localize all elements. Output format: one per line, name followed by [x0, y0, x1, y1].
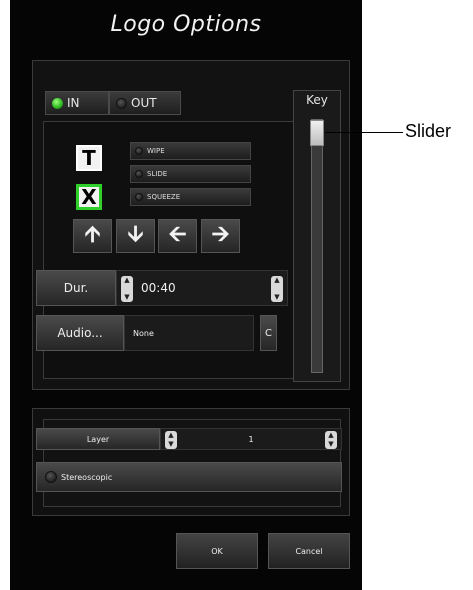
stereoscopic-label: Stereoscopic: [61, 472, 113, 482]
tab-out[interactable]: OUT: [109, 91, 181, 115]
up-arrow-icon: 🡩: [84, 222, 101, 247]
text-type-button[interactable]: T: [76, 145, 102, 171]
slide-button[interactable]: SLIDE: [130, 165, 251, 183]
wipe-button[interactable]: WIPE: [130, 142, 251, 160]
layer-label: Layer: [86, 434, 110, 444]
duration-label: Dur.: [63, 281, 89, 295]
up-arrow-button[interactable]: 🡩: [73, 219, 112, 253]
right-arrow-icon: 🡪: [211, 222, 230, 247]
layer-spinner-right[interactable]: ▲ ▼: [325, 431, 337, 449]
close-type-button[interactable]: X: [76, 184, 102, 210]
tab-in[interactable]: IN: [45, 91, 109, 115]
wipe-label: WIPE: [147, 147, 165, 155]
squeeze-label: SQUEEZE: [147, 193, 181, 201]
ok-label: OK: [211, 546, 223, 556]
key-slider-group: Key: [293, 90, 341, 382]
duration-field[interactable]: ▲ ▼ 00:40 ▲ ▼: [116, 270, 288, 306]
layer-field[interactable]: ▲ ▼ 1 ▲ ▼: [160, 428, 342, 450]
layer-button[interactable]: Layer: [36, 428, 160, 450]
in-indicator-icon: [52, 97, 63, 109]
audio-clear-button[interactable]: C: [260, 315, 277, 351]
wipe-indicator-icon: [135, 147, 143, 155]
stereoscopic-indicator-icon: [45, 471, 57, 483]
squeeze-indicator-icon: [135, 193, 143, 201]
slide-indicator-icon: [135, 170, 143, 178]
down-arrow-icon: 🡫: [127, 222, 144, 247]
audio-label: Audio...: [57, 326, 103, 340]
left-arrow-icon: 🡨: [168, 222, 187, 247]
duration-spinner-right[interactable]: ▲ ▼: [271, 276, 283, 302]
tab-in-label: IN: [67, 96, 80, 110]
close-type-label: X: [81, 185, 97, 209]
squeeze-button[interactable]: SQUEEZE: [130, 188, 251, 206]
cancel-button[interactable]: Cancel: [268, 533, 350, 569]
annotation-label: Slider: [405, 121, 452, 141]
audio-button[interactable]: Audio...: [36, 315, 124, 351]
layer-spinner[interactable]: ▲ ▼: [165, 431, 177, 449]
text-type-label: T: [82, 146, 96, 170]
audio-value: None: [133, 328, 154, 338]
stereoscopic-toggle[interactable]: Stereoscopic: [36, 462, 342, 492]
out-indicator-icon: [116, 97, 127, 109]
annotation-line: [325, 132, 403, 133]
key-slider-thumb[interactable]: [310, 120, 324, 146]
cancel-label: Cancel: [295, 546, 323, 556]
key-label: Key: [306, 93, 328, 107]
layer-value: 1: [248, 434, 254, 444]
slide-label: SLIDE: [147, 170, 168, 178]
duration-value: 00:40: [141, 281, 176, 295]
left-arrow-button[interactable]: 🡨: [158, 219, 197, 253]
right-arrow-button[interactable]: 🡪: [201, 219, 240, 253]
duration-spinner[interactable]: ▲ ▼: [121, 276, 133, 302]
logo-options-dialog: Logo Options IN OUT T X WIPE SLIDE SQUEE…: [10, 0, 362, 590]
duration-button[interactable]: Dur.: [36, 270, 116, 306]
audio-clear-label: C: [265, 327, 272, 339]
dialog-title: Logo Options: [110, 12, 262, 37]
key-slider-track[interactable]: [310, 119, 324, 373]
audio-field[interactable]: None: [124, 315, 254, 351]
ok-button[interactable]: OK: [176, 533, 258, 569]
down-arrow-button[interactable]: 🡫: [116, 219, 155, 253]
tab-out-label: OUT: [131, 96, 157, 110]
